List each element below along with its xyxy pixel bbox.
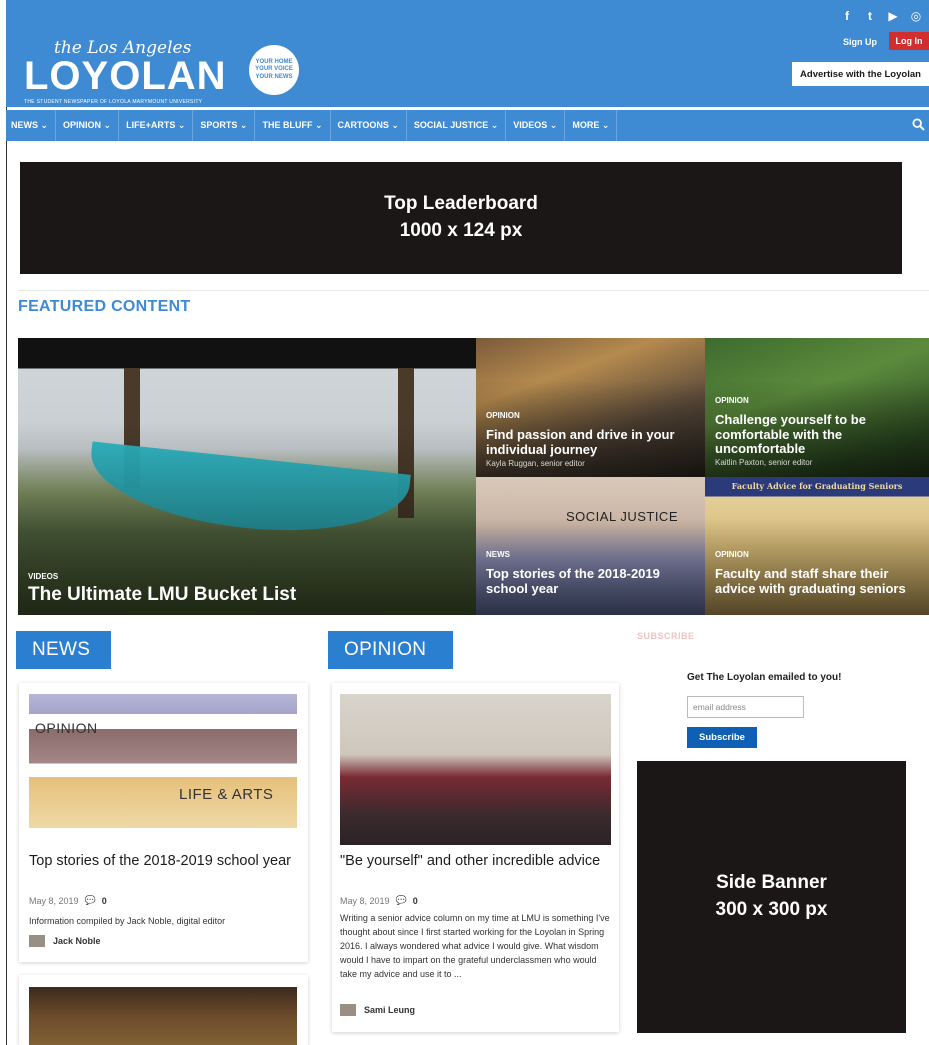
tile-category[interactable]: OPINION (715, 396, 749, 405)
logo-name: LOYOLAN (24, 54, 227, 98)
log-in-button[interactable]: Log In (889, 32, 929, 50)
article-author[interactable]: Jack Noble (29, 935, 101, 947)
avatar (29, 935, 45, 947)
featured-tile[interactable]: SOCIAL JUSTICE NEWS Top stories of the 2… (476, 477, 705, 615)
nav-more[interactable]: MORE ⌄ (565, 110, 618, 141)
author-name[interactable]: Sami Leung (364, 1005, 415, 1015)
tile-category[interactable]: NEWS (486, 550, 510, 559)
leaderboard-line2: 1000 x 124 px (399, 220, 523, 241)
nav-social-justice[interactable]: SOCIAL JUSTICE ⌄ (407, 110, 507, 141)
main-nav: NEWS ⌄ OPINION ⌄ LIFE+ARTS ⌄ SPORTS ⌄ TH… (6, 110, 929, 141)
social-links: f t ▶ ◎ (840, 9, 923, 23)
youtube-icon[interactable]: ▶ (886, 9, 900, 23)
nav-videos[interactable]: VIDEOS ⌄ (506, 110, 566, 141)
sign-up-link[interactable]: Sign Up (843, 37, 877, 47)
comment-icon[interactable]: 💬 (85, 895, 96, 906)
subscribe-heading: SUBSCRIBE (637, 631, 695, 641)
nav-sports[interactable]: SPORTS ⌄ (193, 110, 256, 141)
page-left-edge (6, 0, 7, 1045)
article-thumbnail[interactable] (29, 987, 297, 1045)
top-leaderboard-ad[interactable]: Top Leaderboard 1000 x 124 px (20, 162, 902, 274)
opinion-article-card[interactable]: "Be yourself" and other incredible advic… (332, 683, 619, 1032)
article-title[interactable]: "Be yourself" and other incredible advic… (340, 853, 610, 870)
thumbnail-text: OPINION (35, 720, 98, 736)
news-section-heading[interactable]: NEWS (16, 631, 111, 669)
advertise-button[interactable]: Advertise with the Loyolan (792, 62, 929, 86)
site-logo[interactable]: the Los Angeles LOYOLAN THE STUDENT NEWS… (16, 20, 227, 105)
tile-byline: Kaitlin Paxton, senior editor (715, 458, 813, 467)
featured-tile[interactable]: Faculty Advice for Graduating Seniors OP… (705, 477, 929, 615)
nav-the-bluff[interactable]: THE BLUFF ⌄ (255, 110, 331, 141)
subscribe-lead: Get The Loyolan emailed to you! (687, 672, 842, 683)
tile-title[interactable]: Top stories of the 2018-2019 school year (486, 566, 701, 596)
featured-main-title[interactable]: The Ultimate LMU Bucket List (28, 584, 296, 605)
article-excerpt: Writing a senior advice column on my tim… (340, 913, 610, 979)
tile-title[interactable]: Find passion and drive in your individua… (486, 427, 701, 457)
email-field[interactable] (687, 696, 804, 718)
logo-tagline: THE STUDENT NEWSPAPER OF LOYOLA MARYMOUN… (24, 99, 203, 105)
featured-tile[interactable]: OPINION Challenge yourself to be comfort… (705, 338, 929, 477)
news-article-card[interactable]: OPINION LIFE & ARTS Top stories of the 2… (19, 683, 308, 962)
article-author[interactable]: Sami Leung (340, 1004, 415, 1016)
article-date: May 8, 2019 (340, 895, 390, 906)
nav-cartoons[interactable]: CARTOONS ⌄ (331, 110, 407, 141)
section-divider (18, 290, 929, 291)
tile-byline: Kayla Ruggan, senior editor (486, 459, 585, 468)
tile-image-banner: Faculty Advice for Graduating Seniors (705, 477, 929, 495)
tile-title[interactable]: Challenge yourself to be comfortable wit… (715, 412, 923, 457)
article-thumbnail[interactable] (340, 694, 611, 845)
article-meta: May 8, 2019 💬 0 (29, 895, 107, 906)
leaderboard-line1: Top Leaderboard (384, 193, 538, 215)
article-meta: May 8, 2019 💬 0 (340, 895, 418, 906)
site-header: the Los Angeles LOYOLAN THE STUDENT NEWS… (6, 0, 929, 107)
featured-content-heading: FEATURED CONTENT (18, 298, 191, 315)
search-icon[interactable] (912, 118, 925, 136)
nav-news[interactable]: NEWS ⌄ (6, 110, 57, 141)
featured-main-story[interactable]: VIDEOS The Ultimate LMU Bucket List (18, 338, 476, 615)
article-excerpt: Information compiled by Jack Noble, digi… (29, 916, 226, 926)
avatar (340, 1004, 356, 1016)
opinion-section-heading[interactable]: OPINION (328, 631, 453, 669)
twitter-icon[interactable]: t (863, 9, 877, 23)
your-home-badge: YOUR HOME YOUR VOICE YOUR NEWS (249, 45, 299, 95)
tile-category[interactable]: OPINION (486, 411, 520, 420)
tile-category[interactable]: OPINION (715, 550, 749, 559)
article-thumbnail[interactable]: OPINION LIFE & ARTS (29, 694, 297, 828)
facebook-icon[interactable]: f (840, 9, 854, 23)
subscribe-button[interactable]: Subscribe (687, 727, 757, 748)
thumbnail-text: LIFE & ARTS (179, 786, 274, 803)
side-banner-ad[interactable]: Side Banner 300 x 300 px (637, 761, 906, 1033)
featured-tile[interactable]: OPINION Find passion and drive in your i… (476, 338, 705, 477)
instagram-icon[interactable]: ◎ (909, 9, 923, 23)
author-name[interactable]: Jack Noble (53, 936, 101, 946)
article-date: May 8, 2019 (29, 895, 79, 906)
nav-life-arts[interactable]: LIFE+ARTS ⌄ (119, 110, 194, 141)
comment-count[interactable]: 0 (413, 896, 418, 906)
side-banner-line1: Side Banner (716, 872, 827, 894)
featured-main-category[interactable]: VIDEOS (28, 572, 58, 581)
comment-count[interactable]: 0 (102, 896, 107, 906)
tile-title[interactable]: Faculty and staff share their advice wit… (715, 566, 927, 596)
article-title[interactable]: Top stories of the 2018-2019 school year (29, 853, 299, 870)
comment-icon[interactable]: 💬 (396, 895, 407, 906)
nav-opinion[interactable]: OPINION ⌄ (56, 110, 120, 141)
news-article-card[interactable] (19, 975, 308, 1045)
side-banner-line2: 300 x 300 px (715, 899, 828, 920)
